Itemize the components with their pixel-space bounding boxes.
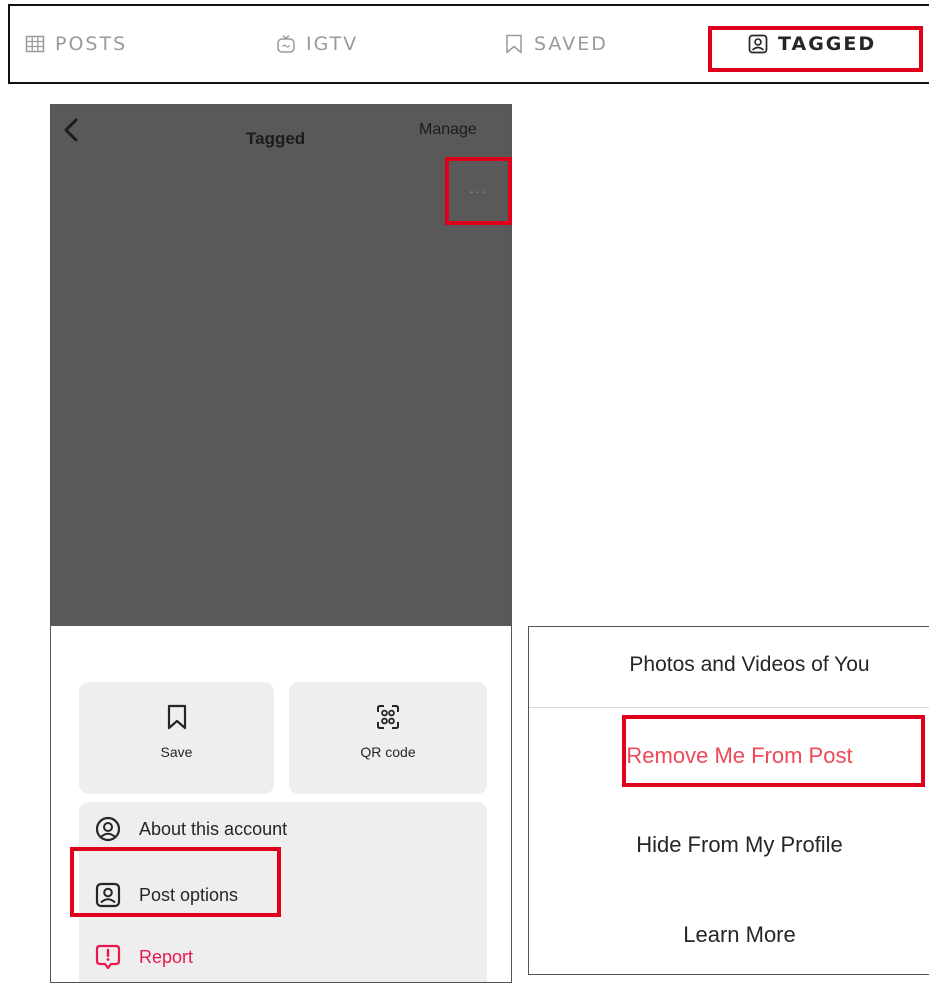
tag-options-menu: Photos and Videos of You Remove Me From … [528,626,929,975]
learn-more-button[interactable]: Learn More [539,922,929,948]
dimmed-post-area: Tagged Manage ··· [51,105,511,626]
user-circle-icon [95,816,121,842]
igtv-icon [277,34,295,53]
tab-igtv-label: IGTV [306,33,359,55]
tab-saved-label: SAVED [534,33,608,55]
tab-tagged-label: TAGGED [778,33,877,55]
qr-code-label: QR code [360,744,416,760]
back-arrow-icon[interactable] [61,117,83,143]
about-account-label: About this account [139,818,288,839]
qr-code-icon [377,705,399,729]
tagged-person-icon [95,882,121,908]
post-options-item[interactable]: Post options [95,882,238,908]
qr-code-button[interactable]: QR code [289,682,487,794]
page-title: Tagged [246,129,306,148]
more-options-icon[interactable]: ··· [469,183,487,200]
profile-tab-bar: POSTS IGTV SAVED TAGGED [8,4,929,84]
bookmark-icon [506,34,522,54]
tab-saved[interactable]: SAVED [504,6,608,82]
report-icon [95,944,121,970]
save-label: Save [160,744,193,760]
remove-me-from-post-button[interactable]: Remove Me From Post [539,743,929,769]
tab-posts[interactable]: POSTS [25,6,127,82]
report-item[interactable]: Report [95,944,193,970]
menu-header: Photos and Videos of You [629,653,870,676]
hide-from-profile-button[interactable]: Hide From My Profile [539,832,929,858]
grid-icon [25,35,45,53]
report-label: Report [139,946,194,967]
post-options-label: Post options [139,884,239,905]
save-button[interactable]: Save [79,682,274,794]
tagged-person-icon [748,34,768,54]
options-sheet: Save QR code About this account Post opt… [51,626,511,982]
about-account-item[interactable]: About this account [95,816,287,842]
tab-posts-label: POSTS [55,33,128,55]
tab-tagged[interactable]: TAGGED [748,6,876,82]
tab-igtv[interactable]: IGTV [276,6,358,82]
tagged-post-screen: Tagged Manage ··· Save QR code About thi… [50,104,512,983]
manage-link[interactable]: Manage [419,121,477,139]
bookmark-icon [167,704,186,730]
menu-divider [529,707,929,708]
